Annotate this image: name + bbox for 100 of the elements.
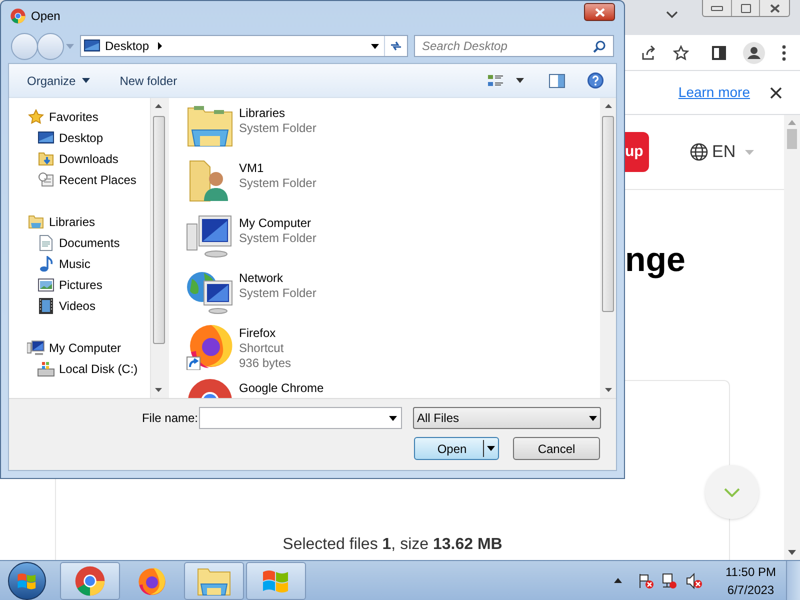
browser-icon — [74, 564, 106, 596]
nav-item[interactable]: Downloads — [59, 150, 118, 168]
nav-item[interactable]: Music — [59, 254, 90, 272]
file-detail: System Folder — [239, 121, 316, 136]
volume-muted-icon[interactable] — [686, 572, 703, 588]
windows-logo-icon — [16, 570, 38, 590]
dropdown-arrow-icon[interactable] — [371, 44, 379, 48]
file-detail: System Folder — [239, 286, 316, 301]
preview-pane-icon[interactable] — [549, 74, 565, 88]
file-name[interactable]: VM1 — [239, 161, 316, 176]
chevron-right-icon[interactable] — [158, 42, 162, 50]
file-name[interactable]: Google Chrome — [239, 381, 324, 396]
star-icon[interactable] — [673, 44, 689, 60]
folder-icon — [38, 150, 54, 166]
scroll-down-arrow-icon[interactable] — [604, 388, 612, 392]
nav-item[interactable]: Documents — [59, 234, 120, 252]
search-icon[interactable] — [593, 40, 606, 52]
file-name-label: File name: — [140, 410, 198, 427]
desktop-icon — [38, 130, 54, 144]
nav-item[interactable]: Recent Places — [59, 170, 136, 188]
music-note-icon — [39, 256, 53, 272]
search-placeholder: Search Desktop — [422, 38, 508, 55]
start-button[interactable] — [8, 562, 46, 600]
caret-icon[interactable] — [516, 78, 524, 83]
flag-icon[interactable] — [638, 572, 654, 588]
dropdown-arrow-icon — [487, 446, 495, 451]
scrollbar[interactable] — [600, 98, 616, 398]
caret-icon — [82, 78, 90, 83]
desktop-icon — [84, 39, 100, 53]
scroll-up-arrow-icon[interactable] — [155, 104, 162, 108]
sign-up-button[interactable]: up — [625, 132, 649, 172]
file-detail: 936 bytes — [239, 356, 292, 371]
file-detail: System Folder — [239, 231, 316, 246]
nav-item[interactable]: Pictures — [59, 276, 102, 294]
dialog-title: Open — [31, 8, 60, 25]
organize-menu[interactable]: Organize — [27, 72, 90, 90]
scrollbar-thumb[interactable] — [787, 129, 797, 149]
taskbar-button[interactable] — [184, 562, 244, 600]
browser-icon — [10, 8, 26, 24]
menu-icon[interactable] — [782, 44, 786, 60]
dropdown-arrow-icon[interactable] — [389, 416, 397, 420]
address-bar[interactable]: Desktop — [80, 35, 408, 57]
scroll-down-arrow-icon[interactable] — [155, 388, 162, 392]
clock-time[interactable]: 11:50 PM — [726, 562, 776, 580]
file-name[interactable]: Network — [239, 271, 316, 286]
close-button[interactable] — [584, 3, 615, 21]
globe-icon[interactable] — [690, 143, 708, 161]
address-text: Desktop — [105, 38, 150, 55]
drive-icon — [37, 360, 55, 376]
nav-item[interactable]: Local Disk (C:) — [59, 360, 138, 378]
caret-up-icon[interactable] — [614, 578, 622, 583]
chevron-down-icon[interactable] — [666, 11, 678, 19]
search-field[interactable]: Search Desktop — [414, 35, 614, 57]
close-icon — [770, 4, 780, 12]
new-folder-button[interactable]: New folder — [120, 72, 178, 90]
document-icon — [39, 234, 53, 250]
open-split-button[interactable]: Open — [414, 437, 499, 460]
close-icon[interactable] — [770, 86, 782, 98]
star-icon — [28, 108, 44, 124]
folder-icon — [197, 566, 231, 596]
close-icon — [594, 8, 604, 16]
share-icon[interactable] — [640, 44, 656, 60]
file-type-dropdown[interactable]: All Files — [413, 407, 601, 429]
nav-item[interactable]: Favorites — [49, 108, 98, 126]
taskbar-button[interactable] — [60, 562, 120, 600]
profile-icon[interactable] — [743, 42, 765, 64]
picture-icon — [38, 278, 54, 292]
view-options-icon[interactable] — [488, 74, 504, 88]
nav-item[interactable]: Desktop — [59, 128, 104, 146]
nav-item[interactable]: Libraries — [49, 212, 96, 230]
side-panel-icon[interactable] — [712, 46, 726, 60]
file-name[interactable]: Firefox — [239, 326, 292, 341]
computer-icon — [27, 340, 45, 356]
recent-places-icon — [38, 172, 54, 188]
help-icon[interactable] — [587, 72, 604, 89]
page-scrollbar[interactable] — [784, 115, 800, 560]
scroll-up-arrow-icon[interactable] — [604, 104, 612, 108]
file-detail: System Folder — [239, 176, 316, 191]
file-name[interactable]: Libraries — [239, 106, 316, 121]
dropdown-arrow-icon — [589, 416, 597, 420]
file-name[interactable]: My Computer — [239, 216, 316, 231]
film-icon — [39, 298, 53, 314]
clock-date[interactable]: 6/7/2023 — [727, 580, 774, 598]
file-detail: Shortcut — [239, 341, 285, 356]
page-heading: nge — [625, 240, 686, 280]
learn-more-link[interactable]: Learn more — [678, 82, 750, 103]
taskbar-button[interactable] — [246, 562, 306, 600]
selected-files-summary: Selected files 1, size 13.62 MB — [282, 535, 502, 555]
nav-item[interactable]: Videos — [59, 296, 96, 314]
network-icon[interactable] — [660, 572, 677, 588]
chevron-down-icon — [724, 488, 740, 496]
folder-icon — [28, 214, 44, 230]
cancel-button[interactable]: Cancel — [513, 437, 600, 460]
file-name-field[interactable] — [199, 407, 402, 429]
scrollbar[interactable] — [150, 98, 166, 398]
scroll-down-arrow-icon[interactable] — [788, 550, 796, 555]
language-selector[interactable]: EN — [712, 139, 736, 165]
nav-item[interactable]: My Computer — [49, 338, 122, 356]
refresh-icon — [389, 40, 403, 52]
browser-shortcut-icon — [186, 322, 234, 370]
